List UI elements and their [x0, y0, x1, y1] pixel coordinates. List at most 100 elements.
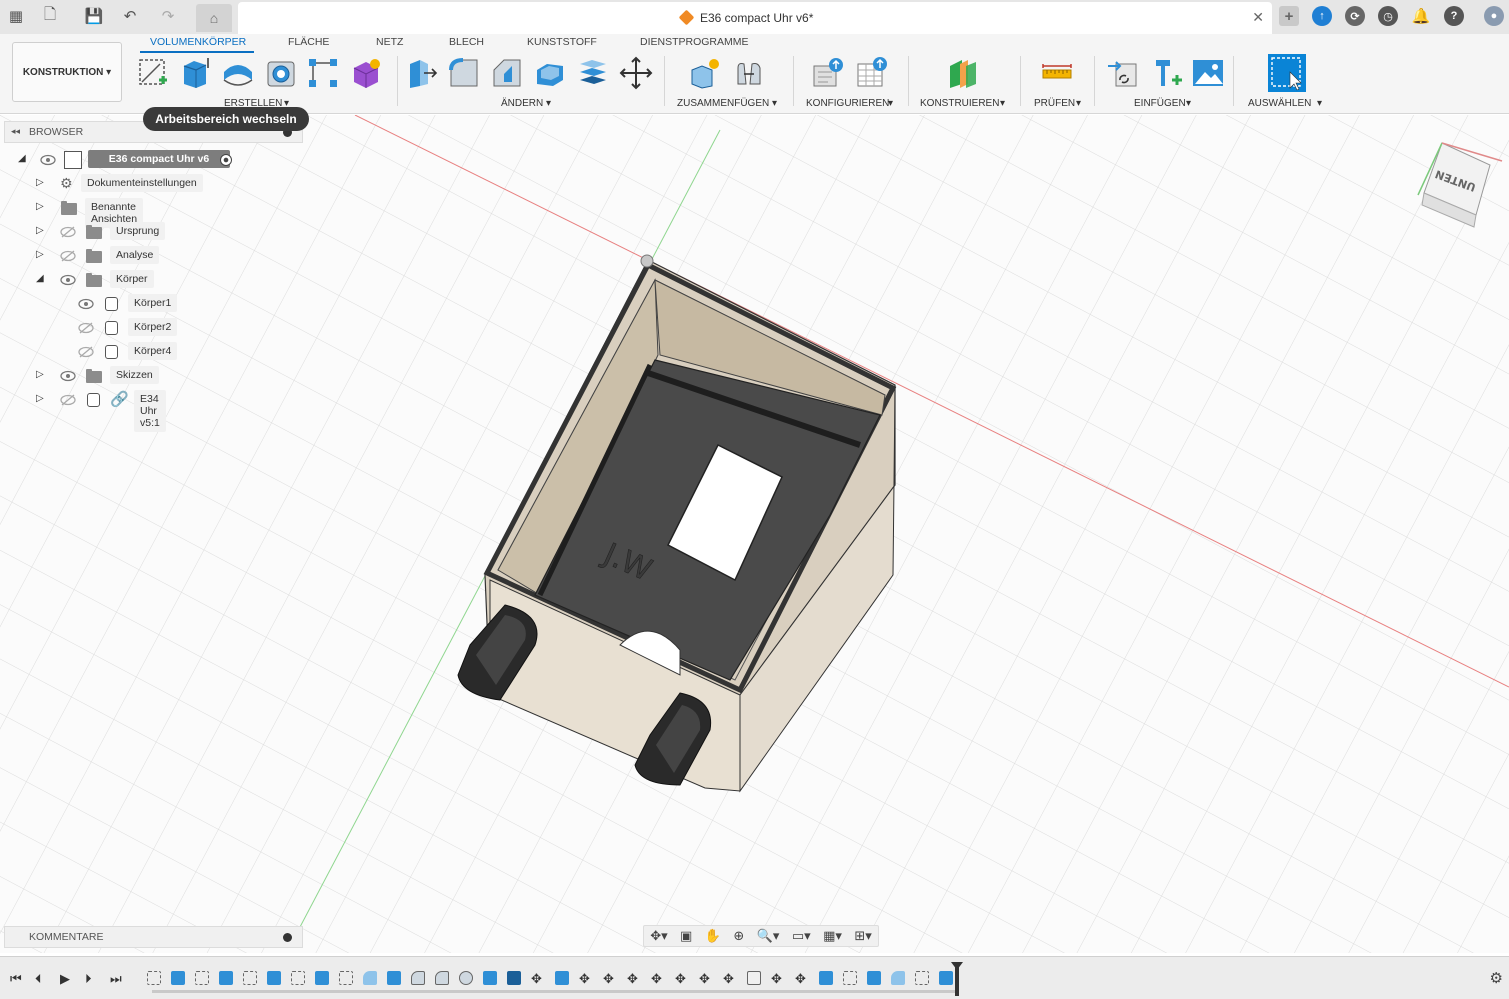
new-tab-icon[interactable]: +	[1279, 6, 1299, 26]
orbit-icon[interactable]: ✥▾	[650, 928, 667, 944]
timeline-move-icon[interactable]: ✥	[699, 971, 710, 987]
pan-icon[interactable]: ✋	[705, 928, 721, 944]
pattern-icon[interactable]	[306, 56, 340, 90]
close-tab-icon[interactable]: ✕	[1252, 9, 1264, 26]
timeline-fillet-icon[interactable]	[363, 971, 377, 985]
configure-table-icon[interactable]	[854, 56, 888, 90]
expand-arrow-icon[interactable]: ▷	[36, 369, 44, 380]
go-to-end-icon[interactable]: ⏭	[110, 971, 122, 987]
move-icon[interactable]	[619, 56, 653, 90]
undo-icon[interactable]: ↶	[118, 5, 142, 27]
timeline-combine-icon[interactable]	[483, 971, 497, 985]
insert-canvas-icon[interactable]	[1191, 56, 1225, 90]
timeline-sketch-icon[interactable]	[915, 971, 929, 985]
shell-icon[interactable]	[533, 56, 567, 90]
create-sketch-icon[interactable]	[136, 56, 170, 90]
change-parameters-icon[interactable]	[810, 56, 844, 90]
extensions-icon[interactable]: ↑	[1312, 6, 1332, 26]
visibility-eye-icon[interactable]	[60, 370, 76, 382]
extrude-icon[interactable]	[178, 56, 212, 90]
expand-arrow-icon[interactable]: ▷	[36, 177, 44, 188]
viewports-icon[interactable]: ⊞▾	[854, 928, 871, 944]
clock-icon[interactable]: ◷	[1378, 6, 1398, 26]
timeline-component-icon[interactable]	[747, 971, 761, 985]
timeline-extrude-icon[interactable]	[219, 971, 233, 985]
timeline-fillet-icon[interactable]	[435, 971, 449, 985]
timeline-fillet-icon[interactable]	[891, 971, 905, 985]
chamfer-icon[interactable]	[490, 56, 524, 90]
press-pull-icon[interactable]	[404, 56, 438, 90]
create-form-icon[interactable]	[349, 56, 383, 90]
hidden-eye-icon[interactable]	[78, 322, 94, 334]
hidden-eye-icon[interactable]	[60, 394, 76, 406]
timeline-move-icon[interactable]: ✥	[579, 971, 590, 987]
hole-icon[interactable]	[264, 56, 298, 90]
timeline-sketch-icon[interactable]	[147, 971, 161, 985]
group-einfuegen[interactable]: EINFÜGEN	[1134, 98, 1186, 109]
comments-panel-header[interactable]: KOMMENTARE	[4, 926, 303, 948]
add-comment-icon[interactable]	[283, 933, 292, 942]
timeline-extrude-icon[interactable]	[171, 971, 185, 985]
timeline-sketch-icon[interactable]	[291, 971, 305, 985]
timeline-move-icon[interactable]: ✥	[795, 971, 806, 987]
timeline-marker-handle[interactable]	[951, 962, 963, 996]
timeline-extrude-icon[interactable]	[867, 971, 881, 985]
insert-mcmaster-icon[interactable]	[1150, 56, 1184, 90]
file-menu-icon[interactable]: 🗋	[38, 5, 62, 27]
timeline-sketch-icon[interactable]	[195, 971, 209, 985]
tab-flaeche[interactable]: FLÄCHE	[288, 36, 329, 48]
tab-blech[interactable]: BLECH	[449, 36, 484, 48]
avatar[interactable]: ●	[1484, 6, 1504, 26]
fillet-icon[interactable]	[447, 56, 481, 90]
timeline-move-icon[interactable]: ✥	[651, 971, 662, 987]
timeline-combine-icon[interactable]	[819, 971, 833, 985]
activate-radio-icon[interactable]	[220, 154, 232, 166]
timeline-sketch-icon[interactable]	[339, 971, 353, 985]
grid-settings-icon[interactable]: ▦▾	[823, 928, 842, 944]
timeline-extrude-icon[interactable]	[267, 971, 281, 985]
measure-icon[interactable]	[1040, 56, 1074, 90]
joint-icon[interactable]	[732, 56, 766, 90]
hidden-eye-icon[interactable]	[78, 346, 94, 358]
timeline-move-icon[interactable]: ✥	[675, 971, 686, 987]
step-back-icon[interactable]: ⏴	[35, 971, 42, 987]
app-grid-icon[interactable]: ▦	[4, 5, 28, 27]
document-tab[interactable]: E36 compact Uhr v6* ✕	[238, 2, 1272, 34]
hidden-eye-icon[interactable]	[60, 250, 76, 262]
visibility-eye-icon[interactable]	[78, 298, 94, 310]
split-body-icon[interactable]	[576, 56, 610, 90]
new-component-icon[interactable]	[688, 56, 722, 90]
expand-arrow-icon[interactable]: ▷	[36, 393, 44, 404]
help-icon[interactable]: ?	[1444, 6, 1464, 26]
fit-icon[interactable]: 🔍▾	[757, 928, 780, 944]
visibility-eye-icon[interactable]	[60, 274, 76, 286]
tab-volumenkoerper[interactable]: VOLUMENKÖRPER	[150, 36, 246, 48]
offset-plane-icon[interactable]	[946, 56, 980, 90]
3d-viewport[interactable]: J.W UNTEN	[0, 115, 1509, 953]
expand-arrow-icon[interactable]: ▷	[36, 201, 44, 212]
timeline-extrude-icon[interactable]	[315, 971, 329, 985]
timeline-move-icon[interactable]: ✥	[771, 971, 782, 987]
timeline-settings-gear-icon[interactable]: ⚙	[1490, 969, 1503, 987]
timeline-move-icon[interactable]: ✥	[627, 971, 638, 987]
save-icon[interactable]: 💾	[82, 5, 106, 27]
timeline-move-icon[interactable]: ✥	[723, 971, 734, 987]
timeline-hole-icon[interactable]	[459, 971, 473, 985]
timeline-sketch-icon[interactable]	[243, 971, 257, 985]
notifications-icon[interactable]: 🔔	[1411, 6, 1431, 26]
model-canvas[interactable]: J.W UNTEN	[0, 115, 1509, 953]
timeline-extrude-icon[interactable]	[387, 971, 401, 985]
zoom-icon[interactable]: ⊕	[733, 928, 744, 944]
timeline-extrude-icon[interactable]	[555, 971, 569, 985]
play-icon[interactable]: ▶	[60, 971, 70, 987]
timeline-sketch-icon[interactable]	[843, 971, 857, 985]
expand-arrow-icon[interactable]: ▷	[36, 249, 44, 260]
insert-derive-icon[interactable]	[1106, 56, 1140, 90]
home-icon[interactable]: ⌂	[196, 4, 232, 32]
timeline-split-icon[interactable]	[507, 971, 521, 985]
expand-arrow-icon[interactable]: ▷	[36, 225, 44, 236]
collapse-arrow-icon[interactable]: ◢	[18, 153, 26, 164]
select-icon[interactable]	[1268, 54, 1306, 92]
hidden-eye-icon[interactable]	[60, 226, 76, 238]
group-pruefen[interactable]: PRÜFEN	[1034, 98, 1075, 109]
